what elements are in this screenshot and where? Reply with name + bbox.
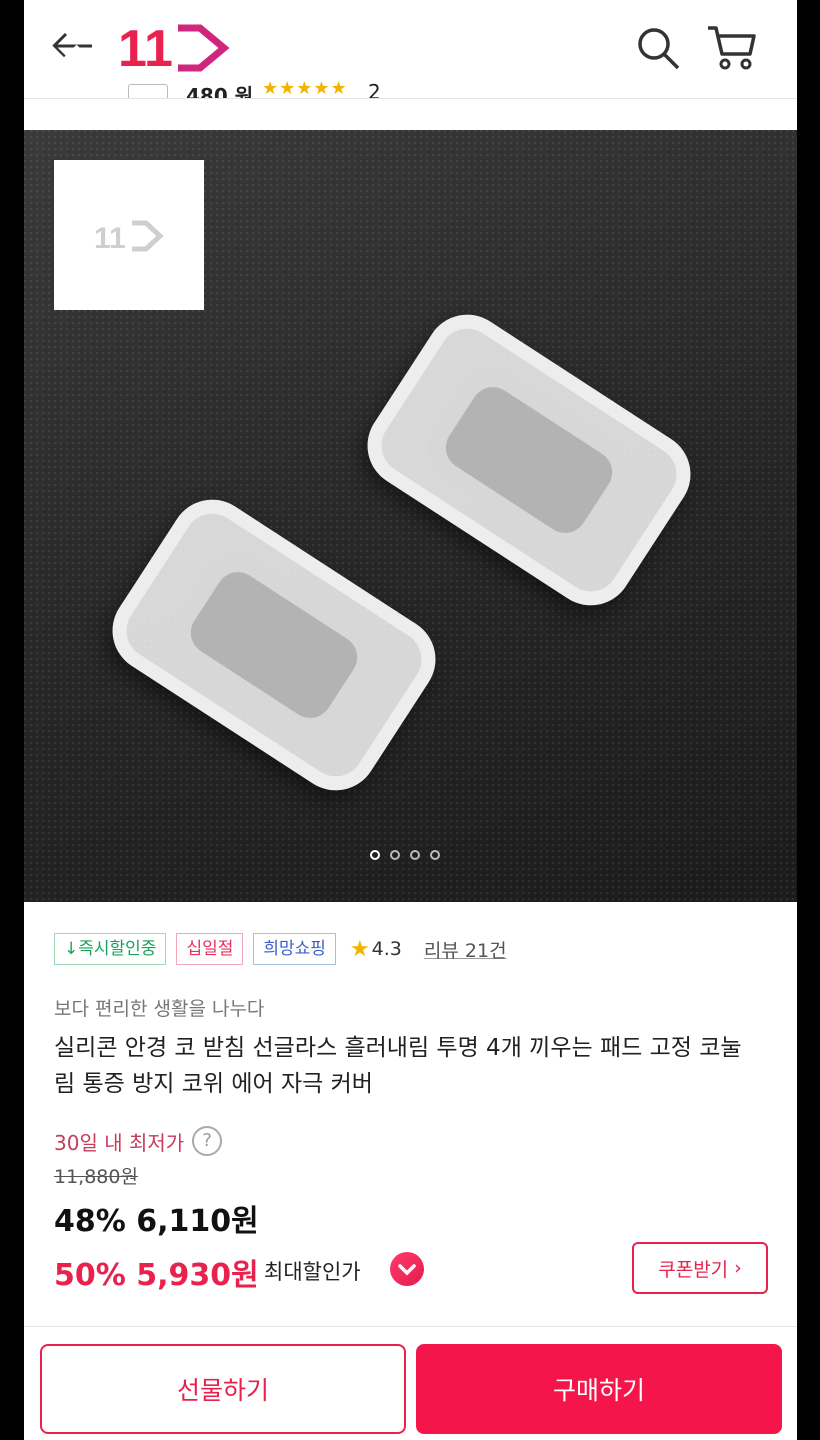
- seller-logo-thumbnail: 11: [54, 160, 204, 310]
- peek-stars: ★★★★★: [262, 78, 348, 98]
- logo-11st-icon: 11: [118, 20, 230, 78]
- badge-row: ↓즉시할인중 십일절 희망쇼핑 ★ 4.3 리뷰 21건: [54, 932, 507, 966]
- logo-11st-gray-icon: 11: [94, 220, 164, 255]
- rating-score: 4.3: [371, 938, 402, 960]
- coupon-button[interactable]: 쿠폰받기 ›: [632, 1242, 768, 1294]
- gift-button[interactable]: 선물하기: [40, 1344, 406, 1434]
- chevron-down-circle-icon[interactable]: [390, 1252, 424, 1286]
- hope-shopping-badge: 희망쇼핑: [253, 933, 336, 965]
- peek-thumbnail: [128, 84, 168, 98]
- divider: [24, 1326, 797, 1327]
- cart-icon: [708, 26, 756, 70]
- search-icon: [638, 28, 680, 70]
- peek-count: 2: [368, 80, 381, 98]
- pagination-dot[interactable]: [430, 850, 440, 860]
- brand-logo[interactable]: 11: [118, 20, 230, 78]
- max-discount-price: 50% 5,930원: [54, 1250, 259, 1294]
- buy-button[interactable]: 구매하기: [416, 1344, 782, 1434]
- cart-button[interactable]: [706, 22, 758, 72]
- svg-text:11: 11: [118, 20, 173, 72]
- peek-price: 480 원: [186, 84, 254, 98]
- product-title: 실리콘 안경 코 받침 선글라스 흘러내림 투명 4개 끼우는 패드 고정 코눌…: [54, 1035, 742, 1097]
- instant-discount-badge: ↓즉시할인중: [54, 933, 167, 965]
- discount-rate: 48%: [54, 1204, 126, 1239]
- close-icon: [48, 44, 80, 76]
- search-button[interactable]: [634, 24, 682, 72]
- top-bar: 480 원 ★★★★★ 2 11: [24, 0, 797, 99]
- sale-price: 48% 6,110원: [54, 1196, 259, 1240]
- pagination-dot[interactable]: [390, 850, 400, 860]
- chevron-down-icon: [398, 1264, 416, 1276]
- rating: ★ 4.3: [350, 937, 402, 962]
- svg-text:11: 11: [94, 222, 126, 255]
- product-page: 480 원 ★★★★★ 2 11 11 ↓즉시할인중 십일절 희망쇼핑 ★ 4.…: [24, 0, 797, 1440]
- original-price: 11,880원: [54, 1166, 138, 1188]
- review-count-link[interactable]: 리뷰 21건: [424, 936, 507, 963]
- close-button[interactable]: [44, 40, 84, 80]
- pagination-dot[interactable]: [410, 850, 420, 860]
- silicone-pad-image: [96, 483, 452, 807]
- max-discount-rate: 50%: [54, 1258, 126, 1293]
- previous-item-peek: 480 원 ★★★★★ 2: [24, 78, 797, 98]
- star-icon: ★: [349, 936, 370, 962]
- help-icon[interactable]: ?: [192, 1126, 223, 1156]
- lowest-price-text: 30일 내 최저가: [54, 1130, 185, 1155]
- product-subtitle: 보다 편리한 생활을 나누다: [54, 998, 265, 1020]
- chevron-right-icon: ›: [734, 1257, 742, 1279]
- max-discount-label: 최대할인가: [264, 1260, 361, 1284]
- sale-price-value: 6,110원: [136, 1204, 259, 1239]
- lowest-price-label: 30일 내 최저가 ?: [54, 1126, 223, 1156]
- max-discount-value: 5,930원: [136, 1258, 259, 1293]
- coupon-button-label: 쿠폰받기: [658, 1258, 729, 1281]
- silicone-pad-image: [351, 298, 707, 622]
- pagination-dot[interactable]: [370, 850, 380, 860]
- gallery-pagination[interactable]: [370, 850, 440, 864]
- product-image-gallery[interactable]: 11: [24, 130, 797, 902]
- event-badge: 십일절: [176, 933, 244, 965]
